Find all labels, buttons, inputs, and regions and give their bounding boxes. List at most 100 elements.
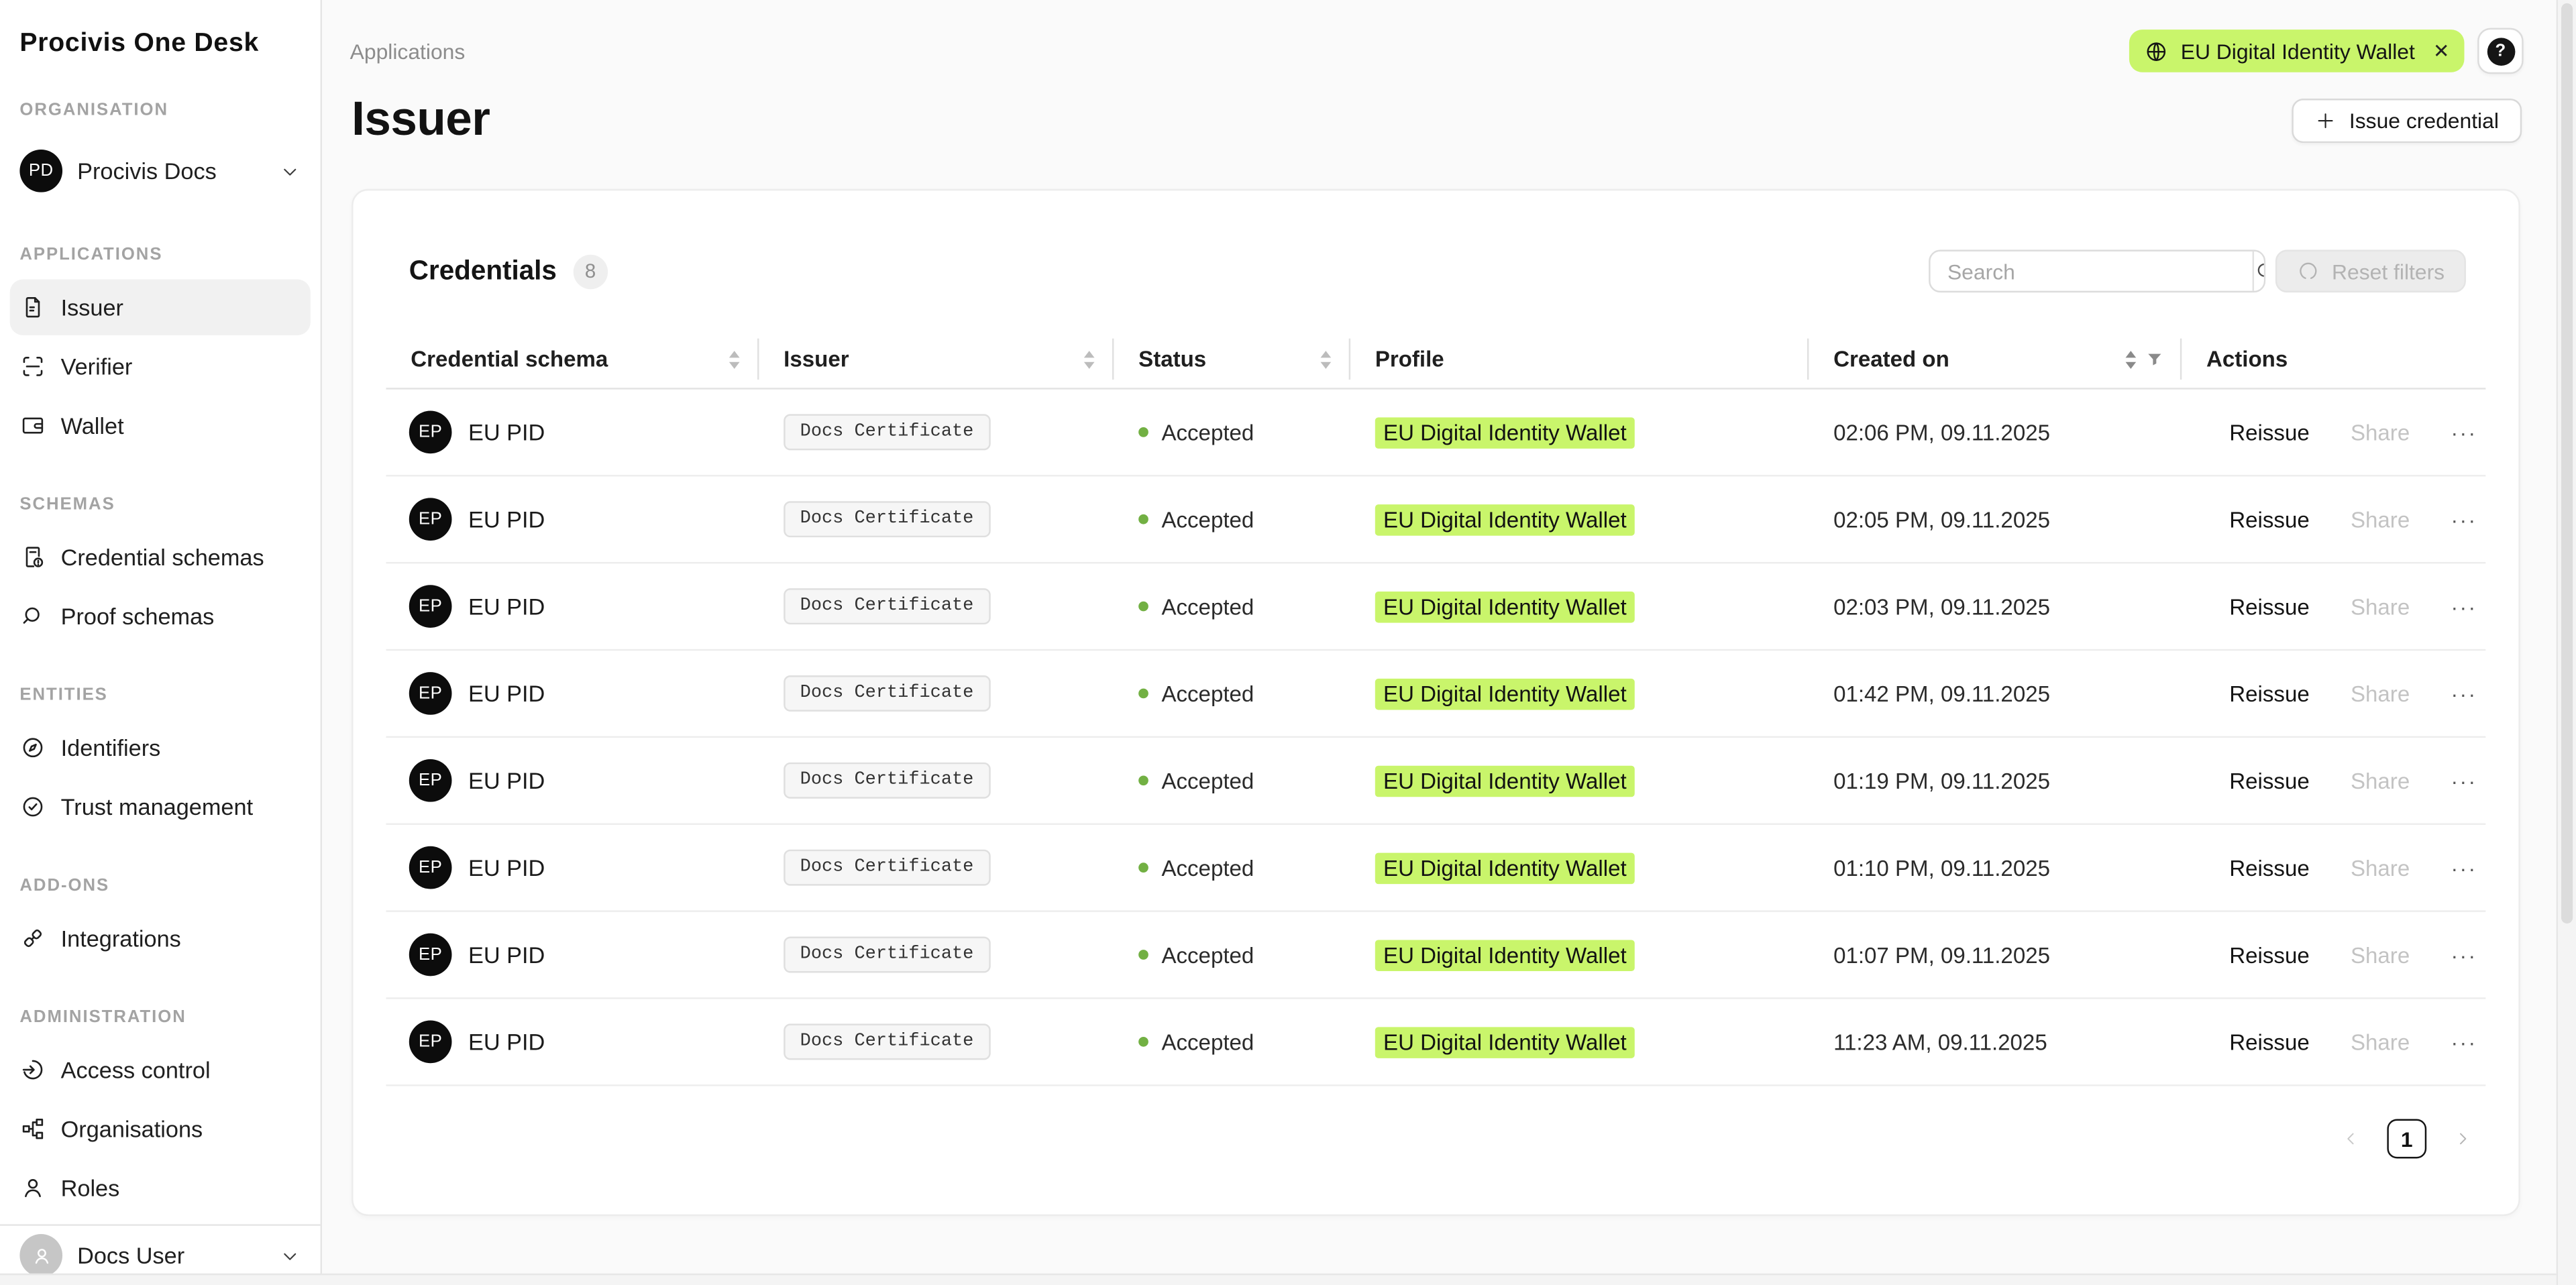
more-actions-icon[interactable]: ··· <box>2451 855 2477 880</box>
share-button[interactable]: Share <box>2351 681 2410 706</box>
reissue-button[interactable]: Reissue <box>2229 942 2309 967</box>
credential-avatar: EP <box>409 1021 452 1064</box>
sidebar-item-access-control[interactable]: Access control <box>10 1042 311 1097</box>
more-actions-icon[interactable]: ··· <box>2451 594 2477 619</box>
page-number-button[interactable]: 1 <box>2387 1119 2426 1159</box>
profile-filter-chip[interactable]: EU Digital Identity Wallet ✕ <box>2130 30 2465 72</box>
issuer-tag: Docs Certificate <box>784 501 990 537</box>
reissue-button[interactable]: Reissue <box>2229 507 2309 532</box>
sidebar-item-proof-schemas[interactable]: Proof schemas <box>10 588 311 644</box>
status-text: Accepted <box>1161 855 1254 880</box>
sidebar-item-integrations[interactable]: Integrations <box>10 910 311 966</box>
magnifier-icon <box>19 603 46 629</box>
share-button[interactable]: Share <box>2351 855 2410 880</box>
sidebar-item-credential-schemas[interactable]: Credential schemas <box>10 529 311 585</box>
sort-icon[interactable] <box>1320 349 1333 369</box>
breadcrumb[interactable]: Applications <box>350 39 466 64</box>
column-label: Credential schema <box>411 347 608 372</box>
close-icon[interactable]: ✕ <box>2433 41 2450 60</box>
share-button[interactable]: Share <box>2351 768 2410 793</box>
credential-row[interactable]: EPEU PID Docs Certificate Accepted EU Di… <box>386 390 2486 477</box>
credential-schema-name: EU PID <box>468 506 545 533</box>
created-on: 02:06 PM, 09.11.2025 <box>1809 420 2182 445</box>
column-label: Issuer <box>784 347 849 372</box>
sort-icon[interactable] <box>728 349 741 369</box>
status-dot <box>1138 514 1148 524</box>
column-header-created-on[interactable]: Created on <box>1809 330 2182 388</box>
filter-funnel-icon[interactable] <box>2145 349 2163 369</box>
sidebar-item-label: Issuer <box>61 294 123 321</box>
reissue-button[interactable]: Reissue <box>2229 1029 2309 1054</box>
issuer-tag: Docs Certificate <box>784 1023 990 1060</box>
sidebar-item-identifiers[interactable]: Identifiers <box>10 720 311 775</box>
scrollbar-thumb[interactable] <box>2561 3 2573 924</box>
issuer-tag: Docs Certificate <box>784 588 990 624</box>
more-actions-icon[interactable]: ··· <box>2451 507 2477 532</box>
sidebar-item-wallet[interactable]: Wallet <box>10 398 311 453</box>
sidebar-item-verifier[interactable]: Verifier <box>10 339 311 394</box>
procivis-one-desk-app: Procivis One Desk ORGANISATION PD Prociv… <box>0 0 2576 1285</box>
profile-badge: EU Digital Identity Wallet <box>1375 504 1635 535</box>
credential-avatar: EP <box>409 411 452 454</box>
share-button[interactable]: Share <box>2351 594 2410 619</box>
credential-schema-name: EU PID <box>468 1029 545 1055</box>
credential-row[interactable]: EPEU PID Docs Certificate Accepted EU Di… <box>386 563 2486 651</box>
status-dot <box>1138 950 1148 960</box>
reissue-button[interactable]: Reissue <box>2229 768 2309 793</box>
credential-row[interactable]: EPEU PID Docs Certificate Accepted EU Di… <box>386 651 2486 738</box>
created-on: 01:19 PM, 09.11.2025 <box>1809 768 2182 793</box>
issuer-tag: Docs Certificate <box>784 675 990 712</box>
reissue-button[interactable]: Reissue <box>2229 681 2309 706</box>
chevron-right-icon[interactable] <box>2453 1129 2472 1148</box>
credential-row[interactable]: EPEU PID Docs Certificate Accepted EU Di… <box>386 999 2486 1086</box>
credential-row[interactable]: EPEU PID Docs Certificate Accepted EU Di… <box>386 912 2486 999</box>
column-header-profile[interactable]: Profile <box>1350 330 1809 388</box>
search-icon[interactable] <box>2253 252 2266 291</box>
credential-schema-name: EU PID <box>468 767 545 793</box>
credential-avatar: EP <box>409 585 452 628</box>
chevron-left-icon[interactable] <box>2341 1129 2361 1148</box>
help-button[interactable]: ? <box>2477 28 2524 74</box>
chip-label: EU Digital Identity Wallet <box>2181 39 2415 64</box>
sort-icon[interactable] <box>2125 349 2138 369</box>
login-icon <box>19 1056 46 1082</box>
more-actions-icon[interactable]: ··· <box>2451 681 2477 706</box>
sidebar-item-label: Organisations <box>61 1116 203 1142</box>
search-box <box>1929 249 2266 292</box>
column-header-status[interactable]: Status <box>1114 330 1350 388</box>
created-on: 02:03 PM, 09.11.2025 <box>1809 594 2182 619</box>
horizontal-scrollbar[interactable] <box>0 1274 2557 1285</box>
share-button[interactable]: Share <box>2351 420 2410 445</box>
status-text: Accepted <box>1161 942 1254 967</box>
more-actions-icon[interactable]: ··· <box>2451 1029 2477 1054</box>
more-actions-icon[interactable]: ··· <box>2451 420 2477 445</box>
reset-filters-button[interactable]: Reset filters <box>2276 249 2466 292</box>
credential-row[interactable]: EPEU PID Docs Certificate Accepted EU Di… <box>386 738 2486 825</box>
vertical-scrollbar[interactable] <box>2557 0 2576 1285</box>
issue-credential-button[interactable]: Issue credential <box>2292 98 2522 142</box>
share-button[interactable]: Share <box>2351 507 2410 532</box>
share-button[interactable]: Share <box>2351 942 2410 967</box>
more-actions-icon[interactable]: ··· <box>2451 942 2477 967</box>
more-actions-icon[interactable]: ··· <box>2451 768 2477 793</box>
sidebar-item-issuer[interactable]: Issuer <box>10 280 311 335</box>
app-title: Procivis One Desk <box>0 0 321 59</box>
reissue-button[interactable]: Reissue <box>2229 855 2309 880</box>
search-input[interactable] <box>1931 252 2253 291</box>
sidebar-item-trust-management[interactable]: Trust management <box>10 779 311 834</box>
sort-icon[interactable] <box>1083 349 1096 369</box>
reissue-button[interactable]: Reissue <box>2229 594 2309 619</box>
issuer-tag: Docs Certificate <box>784 937 990 973</box>
credential-row[interactable]: EPEU PID Docs Certificate Accepted EU Di… <box>386 825 2486 912</box>
share-button[interactable]: Share <box>2351 1029 2410 1054</box>
credential-row[interactable]: EPEU PID Docs Certificate Accepted EU Di… <box>386 477 2486 564</box>
column-header-issuer[interactable]: Issuer <box>759 330 1114 388</box>
organisation-selector[interactable]: PD Procivis Docs <box>10 138 311 204</box>
profile-badge: EU Digital Identity Wallet <box>1375 939 1635 970</box>
column-header-credential-schema[interactable]: Credential schema <box>386 330 759 388</box>
count-badge: 8 <box>573 254 607 288</box>
sidebar-item-organisations[interactable]: Organisations <box>10 1101 311 1157</box>
reissue-button[interactable]: Reissue <box>2229 420 2309 445</box>
sidebar-item-roles[interactable]: Roles <box>10 1160 311 1216</box>
org-chart-icon <box>19 1116 46 1142</box>
